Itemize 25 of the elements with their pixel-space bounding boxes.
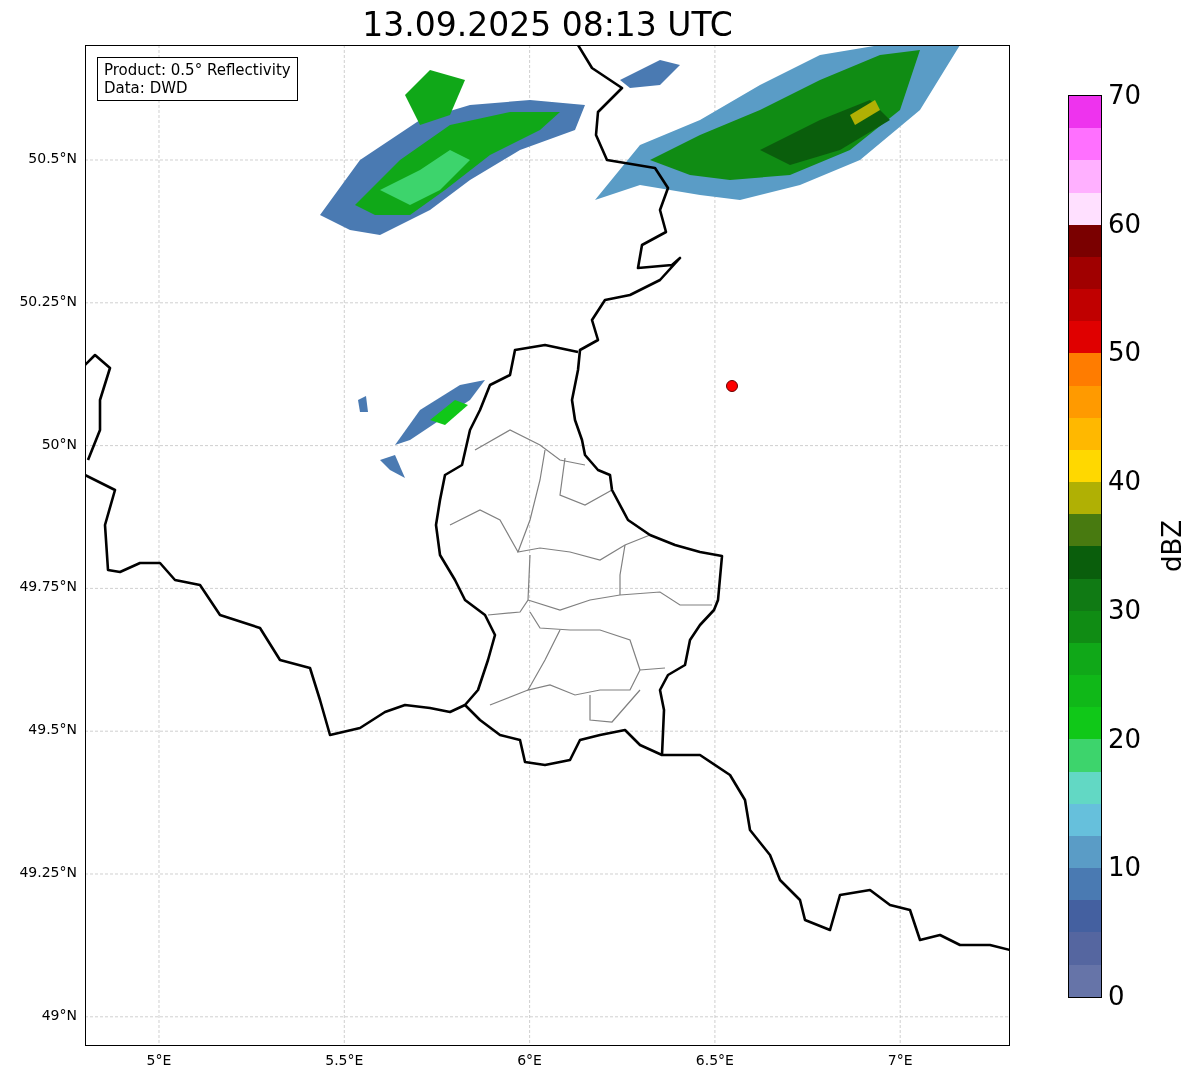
info-text: Data: DWD xyxy=(104,79,189,97)
scale-label: 30 xyxy=(1108,593,1142,627)
station-marker xyxy=(726,380,738,392)
longitude-label: 5.5°E xyxy=(325,1052,364,1068)
chart-title: 13.09.2025 08:13 UTC xyxy=(362,5,733,45)
scale-label: 40 xyxy=(1108,465,1142,499)
scale-label: 0 xyxy=(1108,980,1125,1013)
info-text: Product: 0.5° Reflectivity xyxy=(104,61,291,79)
scale-label: 10 xyxy=(1108,851,1142,885)
scale-label: 20 xyxy=(1108,722,1142,756)
latitude-label: 49°N xyxy=(41,1006,77,1023)
latitude-label: 49.75°N xyxy=(19,578,77,595)
longitude-label: 6.5°E xyxy=(695,1052,734,1068)
latitude-label: 50.5°N xyxy=(28,150,77,166)
scale-label: 50 xyxy=(1108,336,1142,370)
longitude-label: 5°E xyxy=(146,1052,172,1068)
latitude-label: 49.25°N xyxy=(19,864,77,880)
latitude-label: 50°N xyxy=(41,435,77,452)
latitude-label: 50.25°N xyxy=(19,292,77,309)
longitude-label: 7°E xyxy=(887,1052,913,1068)
scale-label: 70 xyxy=(1108,79,1142,112)
scale-label: 60 xyxy=(1108,207,1142,241)
unit-label: dBZ xyxy=(1157,519,1187,572)
latitude-label: 49.5°N xyxy=(28,721,77,738)
longitude-label: 6°E xyxy=(517,1052,542,1068)
